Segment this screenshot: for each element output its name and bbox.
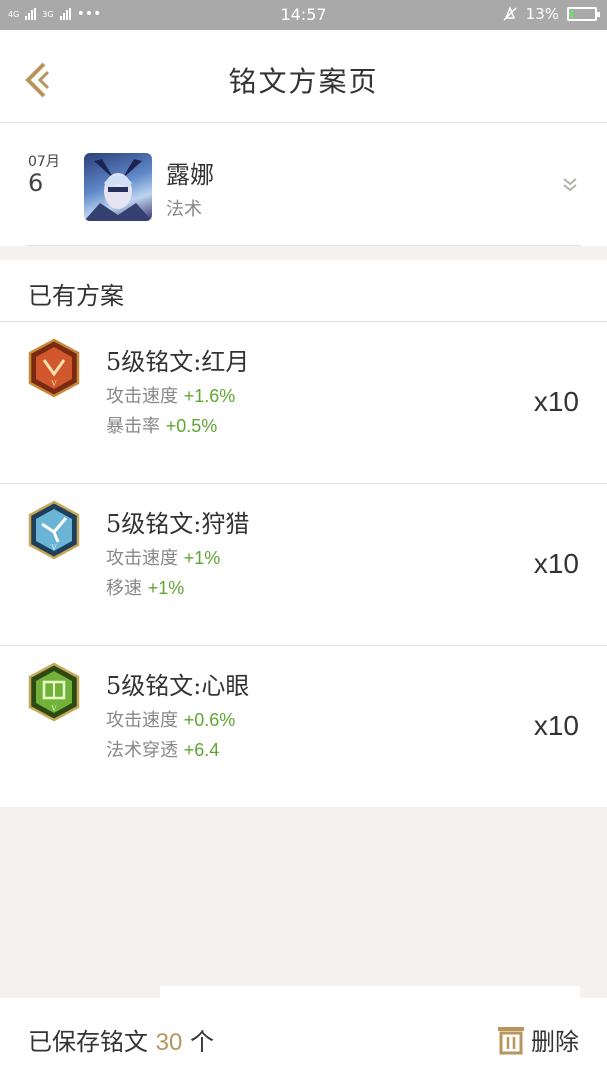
stat-label: 攻击速度: [106, 548, 178, 569]
saved-count: 30: [155, 1029, 183, 1056]
green-rune-icon: V: [28, 662, 80, 722]
rune-stat: 暴击率 +0.5%: [106, 412, 217, 438]
svg-text:V: V: [51, 704, 57, 713]
stat-value: +1%: [147, 578, 185, 598]
rune-count: x10: [533, 710, 579, 741]
rune-stat: 攻击速度 +1.6%: [106, 382, 235, 408]
rune-stat: 移速 +1%: [106, 574, 184, 600]
hero-portrait: [84, 159, 152, 221]
status-bar: 4G 3G ••• 14:57 13%: [0, 0, 607, 30]
status-right: 13%: [502, 5, 600, 23]
rune-name: 5级铭文:狩猎: [106, 510, 250, 538]
delete-button[interactable]: 删除: [495, 1022, 579, 1057]
rune-name: 5级铭文:红月: [106, 348, 250, 376]
rune-stat: 攻击速度 +1%: [106, 544, 220, 570]
delete-label: 删除: [531, 1028, 579, 1056]
stat-value: +6.4: [183, 740, 220, 760]
silent-bell-icon: [503, 6, 517, 21]
hero-name: 露娜: [166, 161, 214, 189]
saved-runes-summary: 已保存铭文 30 个: [28, 1022, 214, 1057]
stat-value: +1.6%: [183, 386, 236, 406]
rune-item-hunt[interactable]: V 5级铭文:狩猎 攻击速度 +1% 移速 +1% x10: [0, 484, 607, 646]
stat-label: 攻击速度: [106, 386, 178, 407]
svg-text:V: V: [51, 543, 57, 552]
svg-text:V: V: [51, 379, 57, 388]
battery-percent: 13%: [525, 5, 559, 23]
rune-item-mind-eye[interactable]: V 5级铭文:心眼 攻击速度 +0.6% 法术穿透 +6.4 x10: [0, 646, 607, 807]
battery-icon: [567, 7, 600, 21]
rune-list: V 5级铭文:红月 攻击速度 +1.6% 暴击率 +0.5% x10 V 5级铭…: [0, 322, 607, 807]
rune-item-red-moon[interactable]: V 5级铭文:红月 攻击速度 +1.6% 暴击率 +0.5% x10: [0, 322, 607, 484]
red-rune-icon: V: [28, 338, 80, 398]
bottom-bar: 已保存铭文 30 个 删除: [0, 986, 607, 1080]
stat-value: +0.6%: [183, 710, 236, 730]
bottom-bar-notch: [160, 986, 580, 998]
stat-label: 移速: [106, 578, 142, 599]
stat-value: +0.5%: [165, 416, 218, 436]
rune-stat: 攻击速度 +0.6%: [106, 706, 235, 732]
blue-rune-icon: V: [28, 500, 80, 560]
rune-count: x10: [533, 386, 579, 417]
expand-chevron-button[interactable]: [561, 177, 579, 193]
date-month: 07月: [28, 154, 60, 170]
trash-icon: [498, 1026, 524, 1054]
divider: [26, 245, 581, 246]
rune-name: 5级铭文:心眼: [106, 672, 250, 700]
rune-count: x10: [533, 548, 579, 579]
date-day: 6: [28, 169, 44, 197]
double-chevron-down-icon: [563, 178, 577, 192]
hero-avatar: [84, 153, 152, 221]
stat-label: 暴击率: [106, 416, 160, 437]
section-header: 已有方案: [0, 260, 607, 322]
nav-header: 铭文方案页: [0, 30, 607, 123]
stat-label: 攻击速度: [106, 710, 178, 731]
section-title: 已有方案: [28, 282, 124, 310]
rune-stat: 法术穿透 +6.4: [106, 736, 219, 762]
stat-value: +1%: [183, 548, 221, 568]
hero-type: 法术: [166, 199, 202, 220]
hero-selector[interactable]: 07月 6 露娜 法术: [0, 123, 607, 246]
stat-label: 法术穿透: [106, 740, 178, 761]
saved-prefix: 已保存铭文: [28, 1028, 148, 1056]
page-title: 铭文方案页: [228, 65, 379, 98]
saved-suffix: 个: [189, 1028, 214, 1056]
